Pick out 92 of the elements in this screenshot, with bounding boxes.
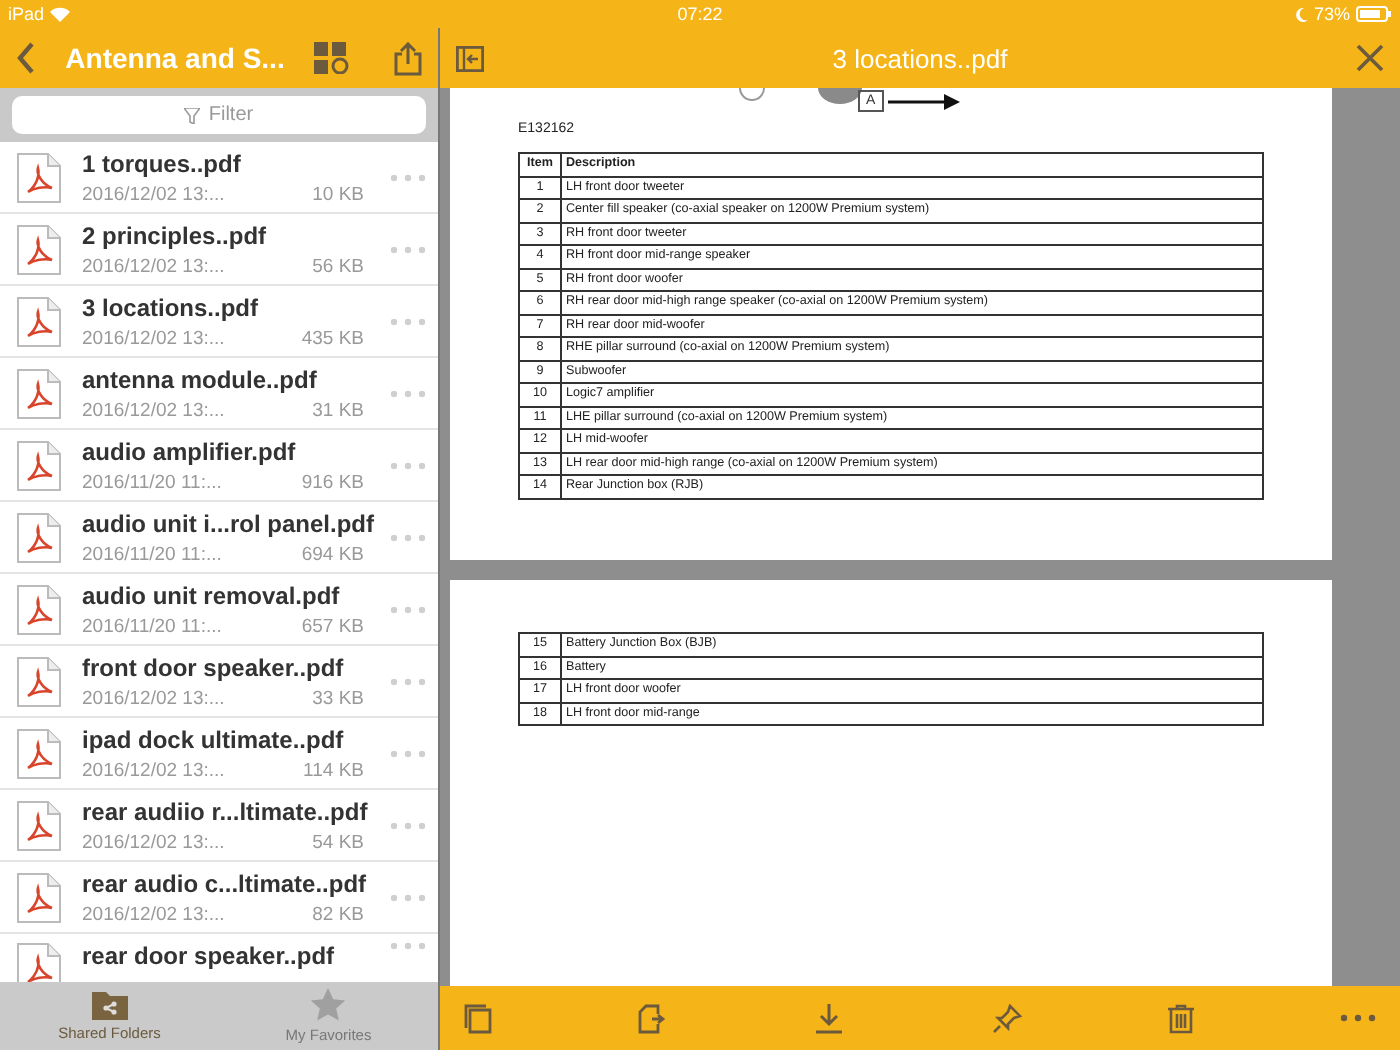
moon-icon (1295, 7, 1308, 21)
more-icon[interactable] (390, 533, 426, 541)
file-name: front door speaker..pdf (82, 653, 346, 681)
file-date: 2016/11/20 11:... (82, 543, 222, 565)
file-size: 435 KB (301, 327, 364, 349)
file-size: 54 KB (312, 831, 364, 853)
file-row[interactable]: ipad dock ultimate..pdf 2016/12/02 13:... 114 KB (0, 718, 438, 790)
file-date: 2016/12/02 13:... (82, 831, 225, 853)
sidebar-toggle-button[interactable] (456, 45, 484, 71)
file-size: 114 KB (303, 759, 364, 781)
download-button[interactable] (814, 1003, 845, 1033)
file-row[interactable]: audio amplifier.pdf 2016/11/20 11:... 916 KB (0, 430, 438, 502)
battery-percent: 73% (1313, 4, 1350, 24)
pin-button[interactable] (991, 1003, 1022, 1033)
more-icon[interactable] (390, 893, 426, 901)
file-name: audio amplifier.pdf (82, 437, 298, 465)
more-icon[interactable] (390, 605, 426, 613)
device-name: iPad (8, 4, 45, 24)
file-date: 2016/12/02 13:... (82, 903, 225, 925)
file-row[interactable]: 3 locations..pdf 2016/12/02 13:... 435 KB (0, 286, 438, 358)
more-icon[interactable] (1339, 1014, 1376, 1022)
file-row[interactable]: 2 principles..pdf 2016/12/02 13:... 56 KB (0, 214, 438, 286)
delete-button[interactable] (1167, 1003, 1194, 1033)
more-icon[interactable] (390, 677, 426, 685)
more-icon[interactable] (390, 389, 426, 397)
file-row[interactable]: 1 torques..pdf 2016/12/02 13:... 10 KB (0, 142, 438, 214)
file-size: 33 KB (312, 687, 364, 709)
file-date: 2016/11/20 11:... (82, 615, 222, 637)
close-button[interactable] (1356, 44, 1384, 72)
pdf-file-icon (16, 583, 64, 635)
pdf-file-icon (16, 727, 64, 779)
pdf-file-icon (16, 871, 64, 923)
file-size: 31 KB (312, 399, 364, 421)
file-size: 657 KB (301, 615, 364, 637)
pdf-file-icon (16, 799, 64, 851)
battery-icon (1356, 6, 1392, 22)
pdf-file-icon (16, 151, 64, 203)
file-name: audio unit i...rol panel.pdf (82, 509, 372, 537)
file-date: 2016/12/02 13:... (82, 399, 225, 421)
file-date: 2016/12/02 13:... (82, 183, 225, 205)
pages-button[interactable] (464, 1003, 492, 1033)
arrow-icon (887, 93, 960, 109)
folder-title: Antenna and S... (63, 42, 287, 74)
file-name: rear door speaker..pdf (82, 942, 337, 970)
file-size: 694 KB (301, 543, 364, 565)
file-name: 3 locations..pdf (82, 293, 261, 321)
filter-icon (184, 107, 201, 123)
file-name: 1 torques..pdf (82, 149, 243, 177)
file-date: 2016/12/02 13:... (82, 255, 225, 277)
more-icon[interactable] (390, 821, 426, 829)
file-row[interactable]: antenna module..pdf 2016/12/02 13:... 31 KB (0, 358, 438, 430)
file-name: antenna module..pdf (82, 365, 319, 393)
clock-time: 07:22 (677, 4, 723, 24)
pdf-file-icon (16, 655, 64, 707)
file-row[interactable]: audio unit i...rol panel.pdf 2016/11/20 11:... 694 KB (0, 502, 438, 574)
share-button[interactable] (394, 41, 422, 75)
file-date: 2016/12/02 13:... (82, 687, 225, 709)
file-row[interactable]: rear audio c...ltimate..pdf 2016/12/02 13:... 82 KB (0, 862, 438, 934)
file-size: 82 KB (312, 903, 364, 925)
file-name: audio unit removal.pdf (82, 581, 342, 609)
file-row[interactable]: front door speaker..pdf 2016/12/02 13:... 33 KB (0, 646, 438, 718)
more-icon[interactable] (390, 245, 426, 253)
pdf-file-icon (16, 942, 64, 982)
folder-icon (91, 990, 128, 1020)
file-size: 56 KB (312, 255, 364, 277)
pdf-file-icon (16, 223, 64, 275)
star-icon (310, 988, 347, 1022)
file-date: 2016/12/02 13:... (82, 327, 225, 349)
pdf-file-icon (16, 511, 64, 563)
file-size: 916 KB (301, 471, 364, 493)
file-date: 2016/11/20 11:... (82, 471, 222, 493)
file-name: rear audio c...ltimate..pdf (82, 869, 369, 897)
pdf-file-icon (16, 295, 64, 347)
file-date: 2016/12/02 13:... (82, 759, 225, 781)
back-button[interactable] (16, 42, 36, 74)
more-icon[interactable] (390, 173, 426, 181)
more-icon[interactable] (390, 749, 426, 757)
file-size: 10 KB (312, 183, 364, 205)
more-icon[interactable] (390, 317, 426, 325)
pdf-file-icon (16, 439, 64, 491)
more-icon[interactable] (390, 942, 426, 950)
more-icon[interactable] (390, 461, 426, 469)
pdf-file-icon (16, 367, 64, 419)
file-row[interactable]: audio unit removal.pdf 2016/11/20 11:... 657 KB (0, 574, 438, 646)
document-title: 3 locations..pdf (830, 43, 1010, 73)
file-name: rear audiio r...ltimate..pdf (82, 797, 370, 825)
export-button[interactable] (638, 1003, 669, 1033)
view-mode-button[interactable] (314, 42, 350, 74)
file-name: ipad dock ultimate..pdf (82, 725, 346, 753)
wifi-icon (50, 6, 71, 22)
file-row[interactable]: rear audiio r...ltimate..pdf 2016/12/02 13:... 54 KB (0, 790, 438, 862)
file-name: 2 principles..pdf (82, 221, 269, 249)
